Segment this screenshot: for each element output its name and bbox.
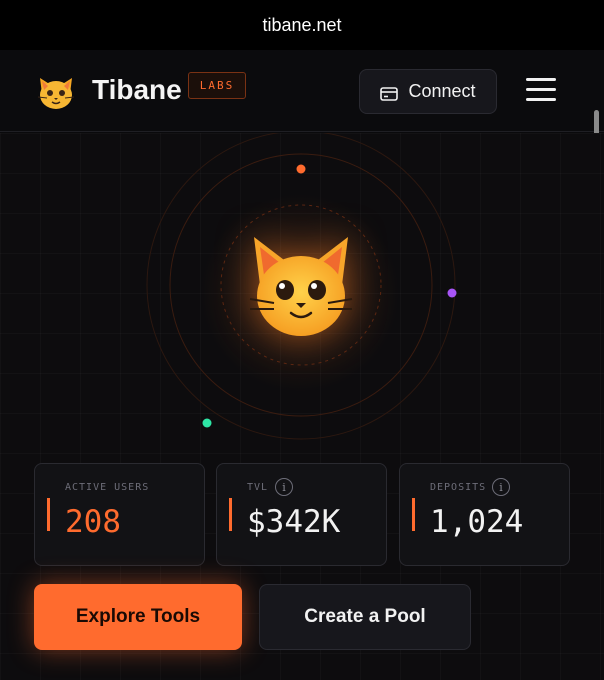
stat-accent-bar [47,498,50,531]
stat-card-deposits: DEPOSITS i 1,024 [399,463,570,566]
url-text: tibane.net [262,14,342,35]
hero-section: ACTIVE USERS 208 TVL i $342K DEPOSITS i … [0,133,604,680]
info-icon[interactable]: i [275,478,293,496]
info-icon[interactable]: i [492,478,510,496]
stat-value: 208 [65,504,121,540]
stat-card-active-users: ACTIVE USERS 208 [34,463,205,566]
connect-label: Connect [408,81,476,101]
site-header: Tibane LABS Connect [0,50,604,132]
stat-value: 1,024 [430,504,524,540]
stat-label: DEPOSITS [430,482,487,493]
cat-face-icon [246,233,356,343]
stat-value: $342K [247,504,341,540]
stat-accent-bar [229,498,232,531]
cat-face-icon[interactable] [36,72,76,112]
labs-badge: LABS [188,72,246,99]
stat-card-tvl: TVL i $342K [216,463,387,566]
create-pool-button[interactable]: Create a Pool [259,584,471,650]
orbit-dot-purple [447,288,457,298]
stat-label: ACTIVE USERS [65,482,150,493]
brand-name[interactable]: Tibane [92,74,182,106]
hamburger-menu-icon[interactable] [526,78,556,104]
stat-label: TVL [247,482,269,493]
orbit-dot-orange [296,164,306,174]
stat-accent-bar [412,498,415,531]
wallet-card-icon [380,85,399,101]
connect-button[interactable]: Connect [359,69,497,114]
orbit-dot-green [202,418,212,428]
explore-tools-button[interactable]: Explore Tools [34,584,242,650]
browser-url-bar[interactable]: tibane.net [0,0,604,50]
